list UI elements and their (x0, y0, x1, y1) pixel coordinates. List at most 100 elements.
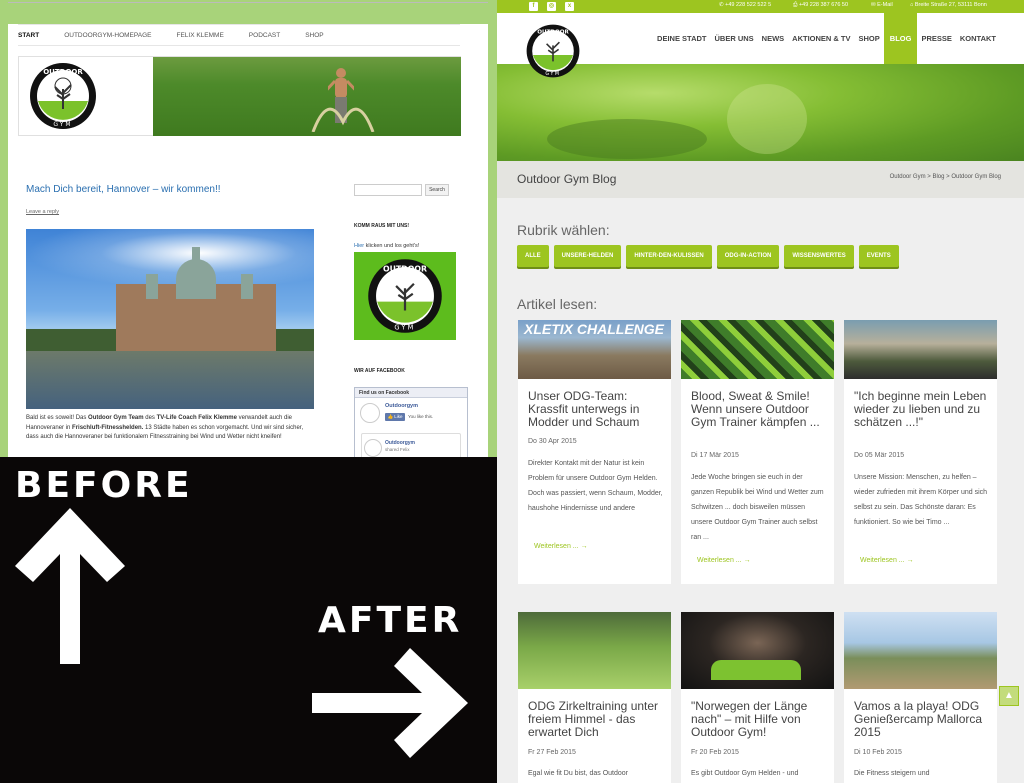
post-body: Bald ist es soweit! Das Outdoor Gym Team… (26, 415, 304, 440)
article-card[interactable]: "Ich beginne mein Leben wieder zu lieben… (844, 320, 997, 584)
read-more-link[interactable]: Weiterlesen ... → (860, 557, 914, 564)
article-excerpt: Unsere Mission: Menschen, zu helfen – wi… (854, 474, 988, 526)
old-nav-start[interactable]: START (18, 32, 39, 39)
email-link[interactable]: ✉ E-Mail (871, 2, 893, 8)
fb-like-button[interactable]: 👍 Like (385, 413, 405, 421)
xing-icon[interactable]: x (565, 2, 574, 11)
facebook-icon[interactable]: f (529, 2, 538, 11)
chevron-up-icon: ▲ (1004, 690, 1014, 701)
breadcrumb: Outdoor Gym > Blog > Outdoor Gym Blog (889, 174, 1001, 180)
old-nav-felix[interactable]: FELIX KLEMME (176, 32, 223, 39)
outdoor-gym-logo[interactable]: OUTDOOR GYM (525, 23, 581, 79)
read-more-link[interactable]: Weiterlesen ... → (697, 557, 751, 564)
hannover-city-hall-photo (26, 229, 314, 409)
search-input[interactable] (354, 184, 422, 196)
category-hinter-den-kulissen[interactable]: HINTER-DEN-KULISSEN (626, 245, 712, 267)
address-text: ⌂ Breite Straße 27, 53111 Bonn (910, 2, 987, 8)
article-title[interactable]: Blood, Sweat & Smile! Wenn unsere Outdoo… (691, 390, 826, 429)
article-card[interactable]: Vamos a la playa! ODG Genießercamp Mallo… (844, 612, 997, 783)
article-card[interactable]: ODG Zirkeltraining unter freiem Himmel -… (518, 612, 671, 783)
fb-likes-text: You like this. (408, 414, 434, 419)
article-image (681, 320, 834, 379)
nav-news[interactable]: NEWS (758, 13, 789, 64)
old-nav: START OUTDOORGYM-HOMEPAGE FELIX KLEMME P… (18, 24, 460, 46)
breadcrumb-blog[interactable]: Blog (932, 174, 944, 180)
svg-text:GYM: GYM (545, 71, 560, 77)
nav-aktionen-tv[interactable]: AKTIONEN & TV (788, 13, 854, 64)
article-date: Di 10 Feb 2015 (854, 749, 902, 756)
category-wissenswertes[interactable]: WISSENSWERTES (784, 245, 854, 267)
header-banner-image (153, 57, 461, 136)
fb-page-name[interactable]: Outdoorgym (385, 403, 418, 409)
rope-lines (311, 107, 375, 132)
category-filter: ALLE UNSERE-HELDEN HINTER-DEN-KULISSEN O… (517, 245, 904, 267)
fb-header: Find us on Facebook (355, 388, 467, 398)
old-nav-podcast[interactable]: PODCAST (249, 32, 280, 39)
instagram-icon[interactable]: ◎ (547, 2, 556, 11)
fb-post-name[interactable]: Outdoorgym (385, 440, 415, 446)
article-title[interactable]: "Norwegen der Länge nach" – mit Hilfe vo… (691, 700, 831, 739)
article-date: Do 30 Apr 2015 (528, 438, 577, 445)
fax-text: ⎙ +49 228 387 676 50 (793, 2, 849, 8)
outdoor-gym-logo-badge: OUTDOOR GYM (368, 259, 442, 333)
category-odg-in-action[interactable]: ODG-IN-ACTION (716, 245, 780, 267)
article-excerpt: Es gibt Outdoor Gym Helden - und (691, 770, 799, 777)
nav-blog[interactable]: BLOG (883, 13, 918, 64)
old-nav-shop[interactable]: SHOP (305, 32, 323, 39)
nav-shop[interactable]: SHOP (855, 13, 884, 64)
rubrik-heading: Rubrik wählen: (517, 222, 610, 238)
sidebar-heading-facebook: WIR AUF FACEBOOK (354, 368, 405, 374)
sidebar-logo-badge[interactable]: OUTDOOR GYM (354, 252, 456, 340)
after-label: AFTER (318, 600, 463, 641)
search-button[interactable]: Search (425, 184, 449, 196)
svg-text:OUTDOOR: OUTDOOR (537, 29, 569, 35)
scroll-top-button[interactable]: ▲ (999, 686, 1019, 706)
article-title[interactable]: "Ich beginne mein Leben wieder zu lieben… (854, 390, 994, 429)
top-info-bar: f ◎ x ✆ +49 228 522 522 5 ⎙ +49 228 387 … (497, 0, 1024, 13)
page-title: Outdoor Gym Blog (517, 172, 617, 186)
sidebar-link-hier[interactable]: Hier (354, 243, 364, 249)
article-title[interactable]: Vamos a la playa! ODG Genießercamp Mallo… (854, 700, 994, 739)
post-title[interactable]: Mach Dich bereit, Hannover – wir kommen!… (26, 184, 221, 195)
article-card[interactable]: Blood, Sweat & Smile! Wenn unsere Outdoo… (681, 320, 834, 584)
nav-deine-stadt[interactable]: DEINE STADT (653, 13, 710, 64)
article-excerpt: Die Fitness steigern und (854, 770, 930, 777)
article-excerpt: Direkter Kontakt mit der Natur ist kein … (528, 460, 663, 512)
divider (8, 2, 488, 3)
article-title[interactable]: ODG Zirkeltraining unter freiem Himmel -… (528, 700, 668, 739)
phone-text[interactable]: ✆ +49 228 522 522 5 (719, 2, 771, 8)
nav-kontakt[interactable]: KONTAKT (956, 13, 1000, 64)
facebook-widget: Find us on Facebook Outdoorgym 👍 Like Yo… (354, 387, 468, 467)
nav-presse[interactable]: PRESSE (917, 13, 955, 64)
category-alle[interactable]: ALLE (517, 245, 549, 267)
logo-sub: GYM (53, 121, 72, 128)
article-image (844, 320, 997, 379)
category-unsere-helden[interactable]: UNSERE-HELDEN (553, 245, 622, 267)
arrow-up-icon (15, 508, 125, 664)
article-image-caption: XLETIX CHALLENGE (524, 321, 665, 337)
article-date: Fr 20 Feb 2015 (691, 749, 739, 756)
svg-text:GYM: GYM (394, 323, 415, 331)
article-date: Fr 27 Feb 2015 (528, 749, 576, 756)
old-header: OUTDOOR GYM (18, 56, 461, 136)
article-image (518, 612, 671, 689)
breadcrumb-current: Outdoor Gym Blog (951, 174, 1001, 180)
nav-ueber-uns[interactable]: ÜBER UNS (711, 13, 758, 64)
arrow-right-icon (312, 648, 468, 758)
fb-post-shared: shared Felix (385, 447, 410, 452)
arrow-right-small-icon: → (580, 543, 588, 550)
after-screenshot: f ◎ x ✆ +49 228 522 522 5 ⎙ +49 228 387 … (497, 0, 1024, 783)
article-title[interactable]: Unser ODG-Team: Krassfit unterwegs in Mo… (528, 390, 663, 429)
leave-reply-link[interactable]: Leave a reply (26, 209, 59, 215)
article-image: XLETIX CHALLENGE (518, 320, 671, 379)
read-more-link[interactable]: Weiterlesen ... → (534, 543, 588, 550)
old-nav-homepage[interactable]: OUTDOORGYM-HOMEPAGE (64, 32, 151, 39)
article-card[interactable]: "Norwegen der Länge nach" – mit Hilfe vo… (681, 612, 834, 783)
before-label: BEFORE (15, 465, 193, 506)
main-nav: DEINE STADT ÜBER UNS NEWS AKTIONEN & TV … (653, 13, 1000, 64)
breadcrumb-home[interactable]: Outdoor Gym (890, 174, 926, 180)
category-events[interactable]: EVENTS (858, 245, 899, 267)
article-card[interactable]: XLETIX CHALLENGE Unser ODG-Team: Krassfi… (518, 320, 671, 584)
outdoor-gym-logo[interactable]: OUTDOOR GYM (28, 61, 98, 131)
articles-heading: Artikel lesen: (517, 296, 598, 312)
